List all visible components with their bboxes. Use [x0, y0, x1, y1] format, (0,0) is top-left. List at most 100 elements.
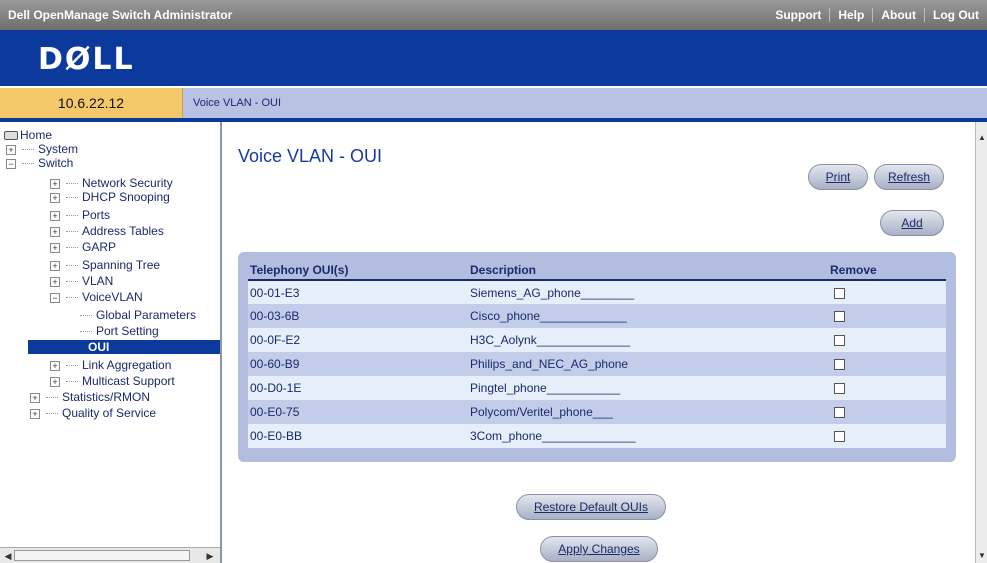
- scrollbar-thumb[interactable]: [14, 550, 190, 561]
- expand-icon[interactable]: +: [50, 260, 60, 271]
- tree-label: Global Parameters: [96, 308, 197, 322]
- logout-link[interactable]: Log Out: [924, 8, 987, 22]
- tree-connector: [66, 365, 78, 367]
- add-button[interactable]: Add: [880, 210, 944, 236]
- remove-checkbox[interactable]: [834, 359, 845, 371]
- remove-checkbox[interactable]: [834, 335, 845, 347]
- tree-label: Address Tables: [82, 224, 164, 238]
- tree-connector: [46, 397, 58, 399]
- remove-checkbox[interactable]: [834, 407, 845, 419]
- tree-label: GARP: [82, 240, 117, 254]
- apply-changes-button[interactable]: Apply Changes: [540, 536, 658, 562]
- app-title: Dell OpenManage Switch Administrator: [8, 8, 233, 22]
- tree-label: Link Aggregation: [82, 358, 172, 372]
- tree-item-dhcp-snooping[interactable]: + DHCP Snooping: [50, 190, 170, 204]
- refresh-button[interactable]: Refresh: [874, 164, 944, 190]
- remove-cell: [828, 424, 946, 448]
- tree-connector: [66, 381, 78, 383]
- tree-item-multicast-support[interactable]: + Multicast Support: [50, 374, 175, 388]
- table-row: 00-E0-BB 3Com_phone______________: [248, 424, 946, 448]
- dell-logo: DØLL: [38, 42, 135, 77]
- tree-label: Switch: [38, 156, 74, 170]
- tree-label: Quality of Service: [62, 406, 157, 420]
- description-cell: Siemens_AG_phone________: [468, 280, 828, 304]
- expand-icon[interactable]: +: [50, 178, 60, 189]
- table-row: 00-60-B9 Philips_and_NEC_AG_phone: [248, 352, 946, 376]
- tree-item-network-security[interactable]: + Network Security: [50, 176, 173, 190]
- tree-item-oui[interactable]: OUI: [28, 340, 220, 354]
- tree-connector: [80, 315, 92, 317]
- tree-label: Network Security: [82, 176, 173, 190]
- scroll-left-icon[interactable]: ◀: [2, 550, 14, 562]
- remove-cell: [828, 376, 946, 400]
- tree-item-system[interactable]: + System: [6, 142, 78, 156]
- table-row: 00-0F-E2 H3C_Aolynk______________: [248, 328, 946, 352]
- tree-label: Spanning Tree: [82, 258, 161, 272]
- expand-icon[interactable]: +: [6, 144, 16, 155]
- scroll-down-icon[interactable]: ▼: [976, 550, 987, 562]
- tree-connector: [66, 247, 78, 249]
- tree-item-global-parameters[interactable]: Global Parameters: [80, 308, 196, 322]
- description-cell: Polycom/Veritel_phone___: [468, 400, 828, 424]
- tree-label: Multicast Support: [82, 374, 175, 388]
- print-button[interactable]: Print: [808, 164, 868, 190]
- remove-checkbox[interactable]: [834, 287, 845, 299]
- page-title: Voice VLAN - OUI: [238, 146, 383, 166]
- collapse-icon[interactable]: −: [6, 158, 16, 169]
- expand-icon[interactable]: +: [50, 192, 60, 203]
- tree-connector: [46, 413, 58, 415]
- tree-label: VLAN: [82, 274, 114, 288]
- tree-item-garp[interactable]: + GARP: [50, 240, 116, 254]
- expand-icon[interactable]: +: [50, 210, 60, 221]
- remove-cell: [828, 352, 946, 376]
- remove-checkbox[interactable]: [834, 383, 845, 395]
- expand-icon[interactable]: +: [50, 226, 60, 237]
- description-cell: Cisco_phone_____________: [468, 304, 828, 328]
- expand-icon[interactable]: +: [50, 376, 60, 387]
- table-row: 00-01-E3 Siemens_AG_phone________: [248, 280, 946, 304]
- breadcrumb: Voice VLAN - OUI: [183, 88, 987, 118]
- tree-item-switch[interactable]: − Switch: [6, 156, 73, 170]
- folder-icon: [4, 131, 18, 141]
- expand-icon[interactable]: +: [50, 242, 60, 253]
- scroll-right-icon[interactable]: ▶: [204, 550, 216, 562]
- expand-icon[interactable]: +: [30, 392, 40, 403]
- tree-item-statistics-rmon[interactable]: + Statistics/RMON: [30, 390, 150, 404]
- scroll-up-icon[interactable]: ▲: [976, 132, 987, 144]
- tree-item-voicevlan[interactable]: − VoiceVLAN: [50, 290, 143, 304]
- remove-checkbox[interactable]: [834, 431, 845, 443]
- tree-item-vlan[interactable]: + VLAN: [50, 274, 113, 288]
- tree-item-address-tables[interactable]: + Address Tables: [50, 224, 164, 238]
- vertical-scrollbar[interactable]: ▲ ▼: [975, 122, 987, 563]
- tree-label: System: [38, 142, 79, 156]
- column-header-description: Description: [468, 260, 828, 281]
- tree-label: Statistics/RMON: [62, 390, 151, 404]
- remove-checkbox[interactable]: [834, 311, 845, 323]
- expand-icon[interactable]: +: [30, 408, 40, 419]
- tree-label: VoiceVLAN: [82, 290, 143, 304]
- tree-item-quality-of-service[interactable]: + Quality of Service: [30, 406, 156, 420]
- oui-cell: 00-E0-75: [248, 400, 468, 424]
- tree-item-spanning-tree[interactable]: + Spanning Tree: [50, 258, 160, 272]
- tree-item-home[interactable]: Home: [4, 128, 52, 142]
- expand-icon[interactable]: +: [50, 276, 60, 287]
- oui-table-container: Telephony OUI(s) Description Remove 00-0…: [238, 252, 956, 462]
- tree-connector: [66, 281, 78, 283]
- table-row: 00-03-6B Cisco_phone_____________: [248, 304, 946, 328]
- tree-label: Ports: [82, 208, 111, 222]
- tree-connector: [22, 149, 34, 151]
- help-link[interactable]: Help: [829, 8, 872, 22]
- tree-item-link-aggregation[interactable]: + Link Aggregation: [50, 358, 171, 372]
- about-link[interactable]: About: [872, 8, 924, 22]
- restore-default-ouis-button[interactable]: Restore Default OUIs: [516, 494, 666, 520]
- tree-label: Home: [20, 128, 53, 142]
- oui-cell: 00-0F-E2: [248, 328, 468, 352]
- expand-icon[interactable]: +: [50, 360, 60, 371]
- support-link[interactable]: Support: [767, 8, 829, 22]
- remove-cell: [828, 400, 946, 424]
- tree-horizontal-scrollbar[interactable]: ◀ ▶: [0, 547, 220, 563]
- tree-item-ports[interactable]: + Ports: [50, 208, 110, 222]
- tree-connector: [22, 163, 34, 165]
- collapse-icon[interactable]: −: [50, 292, 60, 303]
- tree-item-port-setting[interactable]: Port Setting: [80, 324, 159, 338]
